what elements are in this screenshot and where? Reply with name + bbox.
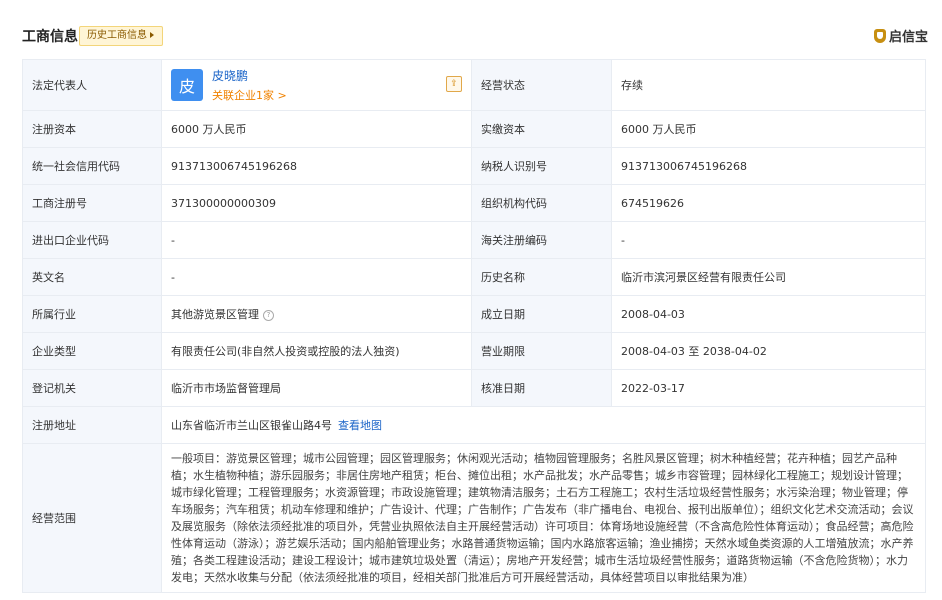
table-row: 经营范围 一般项目：游览景区管理；城市公园管理；园区管理服务；休闲观光活动；植物… <box>22 443 926 593</box>
shield-logo-icon <box>873 28 886 43</box>
field-label: 英文名 <box>22 258 162 296</box>
table-row: 工商注册号 371300000000309 组织机构代码 674519626 <box>22 184 926 222</box>
related-companies-link[interactable]: 关联企业1家 > <box>212 87 287 103</box>
table-row: 统一社会信用代码 913713006745196268 纳税人识别号 91371… <box>22 147 926 185</box>
field-value: 有限责任公司(非自然人投资或控股的法人独资) <box>161 332 472 370</box>
export-icon[interactable]: ⇪ <box>446 76 462 92</box>
history-info-button[interactable]: 历史工商信息 <box>79 26 163 46</box>
brand-name: 启信宝 <box>888 30 928 45</box>
field-label: 进出口企业代码 <box>22 221 162 259</box>
field-value: 913713006745196268 <box>161 147 472 185</box>
field-value: - <box>161 258 472 296</box>
field-value: 临沂市市场监督管理局 <box>161 369 472 407</box>
scope-cell: 一般项目：游览景区管理；城市公园管理；园区管理服务；休闲观光活动；植物园管理服务… <box>161 443 926 593</box>
caret-right-icon <box>150 32 154 38</box>
field-label: 实缴资本 <box>471 110 612 148</box>
section-title: 工商信息 <box>22 29 78 45</box>
field-label: 核准日期 <box>471 369 612 407</box>
legal-rep-cell: 皮 皮晓鹏 关联企业1家 > ⇪ <box>161 59 472 111</box>
field-label: 所属行业 <box>22 295 162 333</box>
field-label: 经营范围 <box>22 443 162 593</box>
field-value: 2022-03-17 <box>611 369 926 407</box>
business-scope-text: 一般项目：游览景区管理；城市公园管理；园区管理服务；休闲观光活动；植物园管理服务… <box>171 452 914 584</box>
field-label: 工商注册号 <box>22 184 162 222</box>
table-row: 英文名 - 历史名称 临沂市滨河景区经营有限责任公司 <box>22 258 926 296</box>
field-value: 913713006745196268 <box>611 147 926 185</box>
field-label: 历史名称 <box>471 258 612 296</box>
table-row: 企业类型 有限责任公司(非自然人投资或控股的法人独资) 营业期限 2008-04… <box>22 332 926 370</box>
field-label: 纳税人识别号 <box>471 147 612 185</box>
history-info-label: 历史工商信息 <box>87 30 147 41</box>
field-value: 2008-04-03 至 2038-04-02 <box>611 332 926 370</box>
field-value: 674519626 <box>611 184 926 222</box>
field-value: 2008-04-03 <box>611 295 926 333</box>
legal-rep-name-link[interactable]: 皮晓鹏 <box>212 67 287 84</box>
business-info-table: 法定代表人 皮 皮晓鹏 关联企业1家 > ⇪ 经营状态 存续 注册资本 6000… <box>22 59 926 593</box>
address-cell: 山东省临沂市兰山区银雀山路4号 查看地图 <box>161 406 926 444</box>
table-row: 进出口企业代码 - 海关注册编码 - <box>22 221 926 259</box>
industry-cell: 其他游览景区管理? <box>161 295 472 333</box>
field-label: 企业类型 <box>22 332 162 370</box>
view-map-link[interactable]: 查看地图 <box>338 419 382 432</box>
table-row: 所属行业 其他游览景区管理? 成立日期 2008-04-03 <box>22 295 926 333</box>
field-value: 其他游览景区管理 <box>171 308 259 321</box>
field-value: 6000 万人民币 <box>611 110 926 148</box>
field-label: 法定代表人 <box>22 59 162 111</box>
field-label: 登记机关 <box>22 369 162 407</box>
help-icon[interactable]: ? <box>263 310 274 321</box>
field-value: 存续 <box>611 59 926 111</box>
field-label: 经营状态 <box>471 59 612 111</box>
field-label: 成立日期 <box>471 295 612 333</box>
avatar[interactable]: 皮 <box>171 69 203 101</box>
field-label: 注册资本 <box>22 110 162 148</box>
brand-logo: 启信宝 <box>873 26 928 45</box>
field-label: 海关注册编码 <box>471 221 612 259</box>
field-label: 营业期限 <box>471 332 612 370</box>
field-value: 山东省临沂市兰山区银雀山路4号 <box>171 419 332 432</box>
field-label: 统一社会信用代码 <box>22 147 162 185</box>
field-value: - <box>611 221 926 259</box>
field-value: 6000 万人民币 <box>161 110 472 148</box>
field-value: - <box>161 221 472 259</box>
field-value: 临沂市滨河景区经营有限责任公司 <box>611 258 926 296</box>
table-row: 注册资本 6000 万人民币 实缴资本 6000 万人民币 <box>22 110 926 148</box>
table-row: 法定代表人 皮 皮晓鹏 关联企业1家 > ⇪ 经营状态 存续 <box>22 59 926 111</box>
table-row: 注册地址 山东省临沂市兰山区银雀山路4号 查看地图 <box>22 406 926 444</box>
table-row: 登记机关 临沂市市场监督管理局 核准日期 2022-03-17 <box>22 369 926 407</box>
field-value: 371300000000309 <box>161 184 472 222</box>
section-header: 工商信息 历史工商信息 启信宝 <box>0 0 942 50</box>
field-label: 注册地址 <box>22 406 162 444</box>
field-label: 组织机构代码 <box>471 184 612 222</box>
